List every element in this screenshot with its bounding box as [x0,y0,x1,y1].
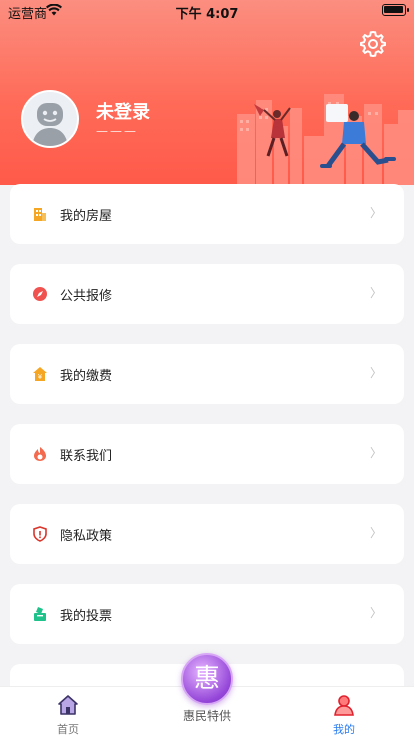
chevron-right-icon: 〉 [369,446,382,460]
menu-item-label: 我的房屋 [60,209,113,224]
profile-icon [334,695,354,716]
chevron-right-icon: 〉 [369,286,382,300]
settings-gear-icon[interactable] [358,29,388,59]
menu-item-public-repair[interactable]: 公共报修 〉 [10,264,404,324]
chevron-right-icon: 〉 [369,606,382,620]
menu-item-privacy-policy[interactable]: 隐私政策 〉 [10,504,404,564]
contact-flame-icon [34,447,46,461]
user-subtitle: ——— [96,124,138,138]
repair-compass-icon [33,287,47,301]
menu-item-label: 我的投票 [60,609,113,624]
menu-item-label: 公共报修 [60,289,113,304]
chevron-right-icon: 〉 [369,366,382,380]
profile-header: 运营商 下午 4:07 未登录 ——— [0,0,414,185]
default-avatar-icon [23,92,77,146]
chevron-right-icon: 〉 [369,206,382,220]
username[interactable]: 未登录 [96,98,150,124]
running-people-illustration [237,94,414,185]
tab-mine[interactable]: 我的 [304,687,384,736]
building-icon [34,208,46,221]
menu-item-label: 联系我们 [60,449,113,464]
status-bar: 运营商 下午 4:07 [0,0,414,22]
battery-icon [382,4,409,16]
tab-mine-label: 我的 [333,723,355,736]
avatar[interactable] [21,90,79,148]
special-offer-button[interactable]: 惠 [181,653,233,705]
menu-item-my-house[interactable]: 我的房屋 〉 [10,184,404,244]
tab-home-label: 首页 [57,723,79,736]
menu-item-label: 我的缴费 [60,369,113,384]
special-offer-label[interactable]: 惠民特供 [157,707,257,724]
home-icon [58,695,78,715]
menu-item-my-payment[interactable]: ¥ 我的缴费 〉 [10,344,404,404]
svg-text:¥: ¥ [38,373,43,381]
status-time: 下午 4:07 [175,7,239,22]
menu-item-contact-us[interactable]: 联系我们 〉 [10,424,404,484]
chevron-right-icon: 〉 [369,526,382,540]
tab-home[interactable]: 首页 [28,687,108,736]
payment-house-icon: ¥ [33,367,47,381]
privacy-shield-icon [33,526,47,542]
vote-box-icon [34,607,46,621]
menu-item-my-vote[interactable]: 我的投票 〉 [10,584,404,644]
menu-item-label: 隐私政策 [60,529,113,544]
